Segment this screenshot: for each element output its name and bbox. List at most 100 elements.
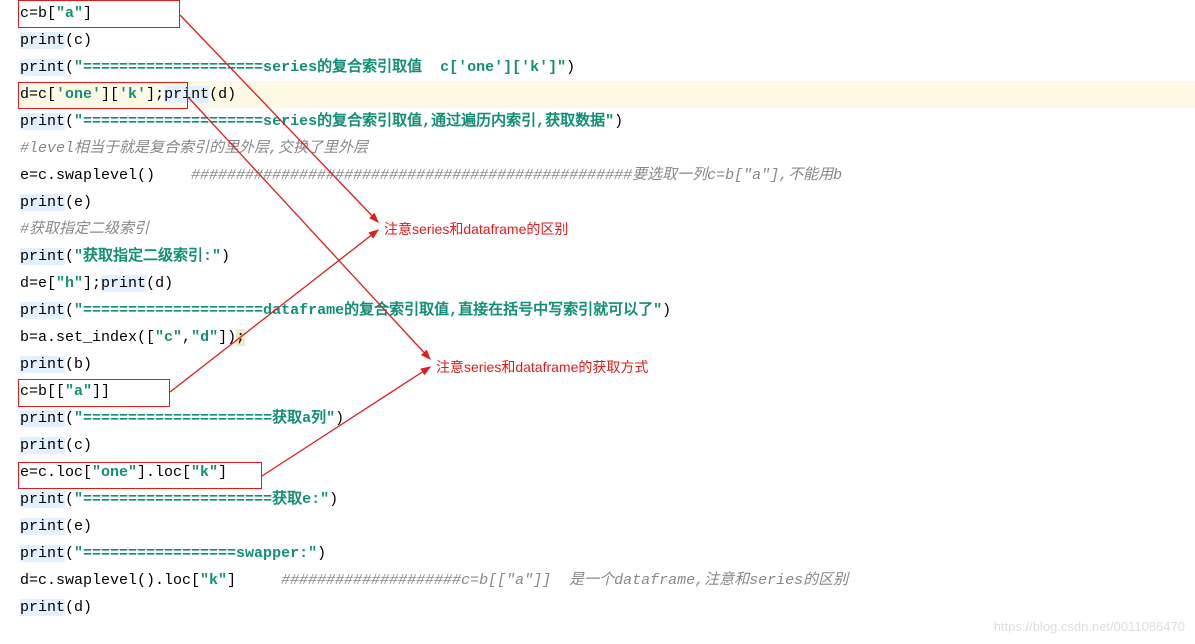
builtin-print: print: [101, 275, 146, 292]
code-text: (: [65, 248, 74, 265]
code-text: ,: [182, 329, 191, 346]
code-line: c=b["a"]: [20, 0, 1195, 27]
code-text: ]: [218, 464, 227, 481]
code-line: print("=====================获取a列"): [20, 405, 1195, 432]
string-literal: "k": [200, 572, 227, 589]
code-text: ]): [218, 329, 236, 346]
code-text: (d): [209, 86, 236, 103]
comment: #level相当于就是复合索引的里外层,交换了里外层: [20, 140, 368, 157]
string-literal: "=================swapper:": [74, 545, 317, 562]
comment: ####################c=b[["a"]] 是一个datafr…: [281, 572, 848, 589]
string-literal: "h": [56, 275, 83, 292]
code-text: ]: [83, 5, 92, 22]
code-text: ];: [83, 275, 101, 292]
string-literal: 'one': [56, 86, 101, 103]
code-text: ].loc[: [137, 464, 191, 481]
string-literal: "a": [65, 383, 92, 400]
code-line: print("====================dataframe的复合索…: [20, 297, 1195, 324]
code-line: b=a.set_index(["c","d"]);: [20, 324, 1195, 351]
code-text: e=c.loc[: [20, 464, 92, 481]
watermark: https://blog.csdn.net/0011086470: [994, 613, 1185, 640]
code-text: ): [566, 59, 575, 76]
code-text: ]: [227, 572, 281, 589]
code-text: (c): [65, 32, 92, 49]
builtin-print: print: [20, 32, 65, 49]
code-text: (d): [65, 599, 92, 616]
string-literal: "====================series的复合索引取值,通过遍历内…: [74, 113, 614, 130]
code-text: d=e[: [20, 275, 56, 292]
string-literal: "=====================获取e:": [74, 491, 329, 508]
code-text: ): [317, 545, 326, 562]
code-text: (: [65, 491, 74, 508]
string-literal: 'k': [119, 86, 146, 103]
code-text: (e): [65, 194, 92, 211]
builtin-print: print: [20, 113, 65, 130]
code-text: c=b[: [20, 5, 56, 22]
code-text: (c): [65, 437, 92, 454]
string-literal: "k": [191, 464, 218, 481]
annotation-text-2: 注意series和dataframe的获取方式: [436, 354, 648, 381]
string-literal: "====================series的复合索引取值 c['on…: [74, 59, 566, 76]
builtin-print: print: [20, 59, 65, 76]
code-text: (: [65, 113, 74, 130]
code-text: ): [329, 491, 338, 508]
code-text: ): [221, 248, 230, 265]
builtin-print: print: [20, 302, 65, 319]
code-text: ]]: [92, 383, 110, 400]
code-text: e=c.swaplevel(): [20, 167, 191, 184]
code-text: (e): [65, 518, 92, 535]
code-text: ][: [101, 86, 119, 103]
builtin-print: print: [20, 491, 65, 508]
builtin-print: print: [20, 545, 65, 562]
comment: ########################################…: [191, 167, 842, 184]
builtin-print: print: [20, 248, 65, 265]
annotation-text-1: 注意series和dataframe的区别: [384, 216, 568, 243]
string-literal: "a": [56, 5, 83, 22]
code-line: print(c): [20, 432, 1195, 459]
builtin-print: print: [20, 518, 65, 535]
code-line: #获取指定二级索引: [20, 216, 1195, 243]
builtin-print: print: [20, 437, 65, 454]
builtin-print: print: [20, 356, 65, 373]
string-literal: "====================dataframe的复合索引取值,直接…: [74, 302, 662, 319]
code-text: (: [65, 59, 74, 76]
code-line: print("====================series的复合索引取值…: [20, 54, 1195, 81]
code-text: ;: [236, 329, 245, 346]
builtin-print: print: [20, 410, 65, 427]
code-text: (: [65, 410, 74, 427]
code-line: d=c.swaplevel().loc["k"] ###############…: [20, 567, 1195, 594]
builtin-print: print: [20, 599, 65, 616]
string-literal: "d": [191, 329, 218, 346]
code-text: (: [65, 545, 74, 562]
code-text: (: [65, 302, 74, 319]
string-literal: "=====================获取a列": [74, 410, 335, 427]
code-text: (b): [65, 356, 92, 373]
code-line: e=c.swaplevel() ########################…: [20, 162, 1195, 189]
code-line: print("获取指定二级索引:"): [20, 243, 1195, 270]
code-editor: c=b["a"] print(c) print("===============…: [0, 0, 1195, 621]
string-literal: "c": [155, 329, 182, 346]
code-text: ): [335, 410, 344, 427]
code-line: print(e): [20, 189, 1195, 216]
string-literal: "one": [92, 464, 137, 481]
comment: #获取指定二级索引: [20, 221, 149, 238]
code-line: d=e["h"];print(d): [20, 270, 1195, 297]
code-line: print("====================series的复合索引取值…: [20, 108, 1195, 135]
code-line: print(c): [20, 27, 1195, 54]
code-line: print("=================swapper:"): [20, 540, 1195, 567]
code-text: b=a.set_index([: [20, 329, 155, 346]
string-literal: "获取指定二级索引:": [74, 248, 221, 265]
builtin-print: print: [164, 86, 209, 103]
code-line-highlighted: d=c['one']['k'];print(d): [20, 81, 1195, 108]
code-text: ): [662, 302, 671, 319]
code-line: #level相当于就是复合索引的里外层,交换了里外层: [20, 135, 1195, 162]
builtin-print: print: [20, 194, 65, 211]
code-line: print(e): [20, 513, 1195, 540]
code-line: print("=====================获取e:"): [20, 486, 1195, 513]
code-text: d=c[: [20, 86, 56, 103]
code-text: d=c.swaplevel().loc[: [20, 572, 200, 589]
code-text: ];: [146, 86, 164, 103]
code-text: (d): [146, 275, 173, 292]
code-line: c=b[["a"]]: [20, 378, 1195, 405]
code-text: c=b[[: [20, 383, 65, 400]
